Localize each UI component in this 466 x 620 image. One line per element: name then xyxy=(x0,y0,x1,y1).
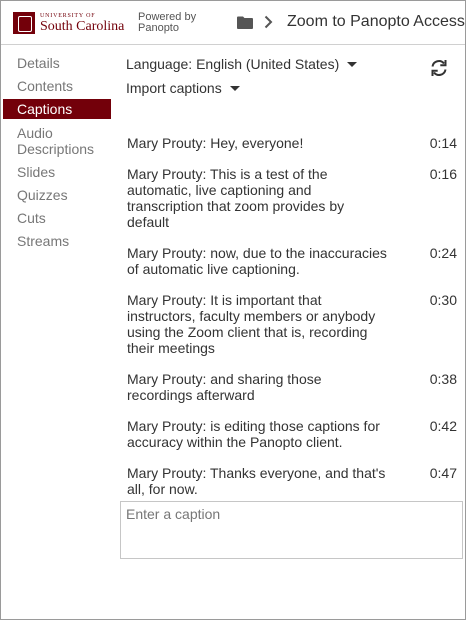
sidebar-item-quizzes[interactable]: Quizzes xyxy=(1,187,111,203)
refresh-icon[interactable] xyxy=(429,58,449,78)
university-seal-icon xyxy=(13,12,35,34)
language-label: Language: English (United States) xyxy=(126,56,340,72)
caption-row[interactable]: Mary Prouty: This is a test of the autom… xyxy=(127,166,457,230)
import-captions-label: Import captions xyxy=(126,80,222,96)
caption-row[interactable]: Mary Prouty: and sharing those recording… xyxy=(127,371,457,403)
caption-time[interactable]: 0:47 xyxy=(417,465,457,497)
university-logo[interactable]: UNIVERSITY OF South Carolina xyxy=(13,12,124,34)
sidebar-item-details[interactable]: Details xyxy=(1,55,111,71)
caption-time[interactable]: 0:42 xyxy=(417,418,457,450)
import-captions-menu[interactable]: Import captions xyxy=(126,80,240,96)
caption-row[interactable]: Mary Prouty: Thanks everyone, and that's… xyxy=(127,465,457,497)
caption-text: Mary Prouty: and sharing those recording… xyxy=(127,371,322,403)
powered-by-panopto: Powered by Panopto xyxy=(138,12,196,34)
session-title: Zoom to Panopto Access xyxy=(287,13,465,30)
panopto-window: UNIVERSITY OF South Carolina Powered by … xyxy=(0,0,466,620)
sidebar-item-cuts[interactable]: Cuts xyxy=(1,210,111,226)
panopto-label: Panopto xyxy=(138,22,179,34)
caption-text: Mary Prouty: Hey, everyone! xyxy=(127,135,304,151)
caption-time[interactable]: 0:16 xyxy=(417,166,457,230)
caption-row[interactable]: Mary Prouty: Hey, everyone! 0:14 xyxy=(127,135,457,151)
caption-text: Mary Prouty: is editing those captions f… xyxy=(127,418,380,450)
chevron-right-icon xyxy=(264,15,273,29)
sidebar-item-captions[interactable]: Captions xyxy=(3,99,111,119)
sidebar-item-streams[interactable]: Streams xyxy=(1,233,111,249)
caption-time[interactable]: 0:38 xyxy=(417,371,457,403)
folder-icon[interactable] xyxy=(237,16,253,29)
caption-input[interactable] xyxy=(120,501,463,559)
sidebar-item-contents[interactable]: Contents xyxy=(1,78,111,94)
caption-row[interactable]: Mary Prouty: now, due to the inaccuracie… xyxy=(127,245,457,277)
header: UNIVERSITY OF South Carolina Powered by … xyxy=(1,1,465,45)
caption-text: Mary Prouty: It is important that instru… xyxy=(127,292,376,356)
language-select[interactable]: Language: English (United States) xyxy=(126,56,358,72)
caption-time[interactable]: 0:14 xyxy=(417,135,457,151)
sidebar-item-slides[interactable]: Slides xyxy=(1,164,111,180)
caption-text: Mary Prouty: Thanks everyone, and that's… xyxy=(127,465,386,497)
caption-time[interactable]: 0:30 xyxy=(417,292,457,356)
sidebar-item-audio-descriptions[interactable]: Audio Descriptions xyxy=(1,125,111,157)
sidebar-nav: Details Contents Captions Audio Descript… xyxy=(1,55,111,249)
caret-down-icon xyxy=(347,61,358,67)
caret-down-icon xyxy=(229,85,240,91)
logo-name: South Carolina xyxy=(40,18,125,34)
caption-text: Mary Prouty: now, due to the inaccuracie… xyxy=(127,245,387,277)
caption-row[interactable]: Mary Prouty: It is important that instru… xyxy=(127,292,457,356)
logo-subtitle: UNIVERSITY OF xyxy=(40,12,96,19)
caption-list: Mary Prouty: Hey, everyone! 0:14 Mary Pr… xyxy=(127,135,457,512)
caption-text: Mary Prouty: This is a test of the autom… xyxy=(127,166,345,230)
caption-time[interactable]: 0:24 xyxy=(417,245,457,277)
caption-row[interactable]: Mary Prouty: is editing those captions f… xyxy=(127,418,457,450)
